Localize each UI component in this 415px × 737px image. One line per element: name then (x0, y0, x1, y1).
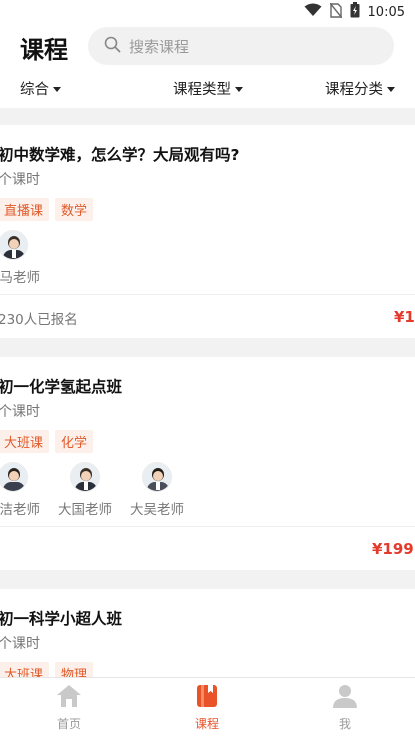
course-title: 初一科学小超人班 (0, 610, 123, 628)
course-lessons: 个课时 (0, 404, 40, 420)
header: 课程 搜索课程 (0, 24, 415, 70)
course-tags: 大班课 化学 (0, 430, 94, 453)
teacher-avatar (142, 462, 172, 492)
teacher-list: 大马老师 (0, 230, 42, 286)
course-type-tag: 大班课 (0, 662, 50, 677)
teacher-avatar (0, 462, 28, 492)
teacher-name: 大吴老师 (130, 502, 184, 518)
filter-label: 课程类型 (173, 82, 231, 98)
search-icon (104, 36, 121, 57)
course-price: ¥1( (394, 308, 415, 326)
teacher-avatar (70, 462, 100, 492)
course-subject-tag: 物理 (55, 662, 94, 677)
nav-home[interactable]: 首页 (29, 684, 109, 732)
teacher-list: 小洁老师 大国老师 大吴老师 (0, 462, 186, 518)
course-subject-tag: 数学 (55, 198, 94, 221)
filter-course-type[interactable]: 课程类型 (173, 78, 243, 99)
nav-me[interactable]: 我 (305, 684, 385, 732)
course-lessons: 个课时 (0, 172, 40, 188)
course-subject-tag: 化学 (55, 430, 94, 453)
teacher[interactable]: 大吴老师 (128, 462, 186, 518)
status-time: 10:05 (367, 4, 405, 20)
teacher[interactable]: 大国老师 (56, 462, 114, 518)
caret-down-icon (387, 87, 395, 92)
nav-label: 首页 (56, 717, 81, 731)
course-type-tag: 大班课 (0, 430, 50, 453)
app-root: 10:05 课程 搜索课程 综合 课程类型 课程分类 初中数学难，怎么学？大局观… (0, 0, 415, 737)
teacher-name: 小洁老师 (0, 502, 40, 518)
course-title: 初一化学氢起点班 (0, 378, 123, 396)
filter-comprehensive[interactable]: 综合 (20, 78, 61, 99)
page-title: 课程 (20, 36, 68, 64)
course-card[interactable]: 初一科学小超人班 个课时 大班课 物理 (0, 589, 415, 677)
course-type-tag: 直播课 (0, 198, 50, 221)
divider (0, 294, 415, 295)
teacher-name: 大马老师 (0, 270, 40, 286)
course-lessons: 个课时 (0, 636, 40, 652)
book-icon (196, 684, 218, 712)
nav-label: 我 (338, 717, 351, 731)
filter-label: 课程分类 (325, 82, 383, 98)
battery-icon (350, 2, 360, 22)
filter-label: 综合 (20, 82, 49, 98)
teacher-avatar (0, 230, 28, 260)
course-card[interactable]: 初中数学难，怎么学？大局观有吗? 个课时 直播课 数学 大马老师 230人已报名… (0, 125, 415, 338)
course-tags: 大班课 物理 (0, 662, 94, 677)
home-icon (56, 684, 82, 712)
course-price: ¥199( (372, 540, 415, 558)
divider (0, 526, 415, 527)
teacher-name: 大国老师 (58, 502, 112, 518)
filter-course-category[interactable]: 课程分类 (325, 78, 395, 99)
course-tags: 直播课 数学 (0, 198, 94, 221)
course-list: 初中数学难，怎么学？大局观有吗? 个课时 直播课 数学 大马老师 230人已报名… (0, 108, 415, 677)
caret-down-icon (53, 87, 61, 92)
search-input[interactable]: 搜索课程 (88, 27, 394, 65)
search-placeholder: 搜索课程 (129, 37, 190, 56)
bottom-nav: 首页 课程 我 (0, 677, 415, 737)
course-card[interactable]: 初一化学氢起点班 个课时 大班课 化学 小洁老师 大国老师 (0, 357, 415, 570)
caret-down-icon (235, 87, 243, 92)
course-title: 初中数学难，怎么学？大局观有吗? (0, 146, 240, 164)
teacher[interactable]: 大马老师 (0, 230, 42, 286)
no-sim-icon (328, 2, 343, 22)
status-bar: 10:05 (0, 0, 415, 24)
teacher[interactable]: 小洁老师 (0, 462, 42, 518)
filter-bar: 综合 课程类型 课程分类 (0, 70, 415, 108)
person-icon (332, 684, 358, 712)
wifi-icon (304, 3, 322, 21)
nav-courses[interactable]: 课程 (167, 684, 247, 732)
nav-label: 课程 (194, 717, 219, 731)
enrolled-count: 230人已报名 (0, 312, 78, 328)
